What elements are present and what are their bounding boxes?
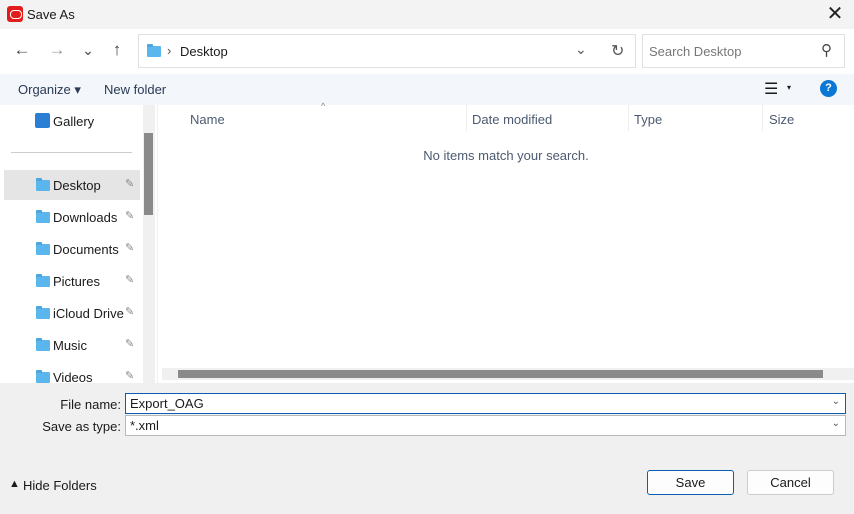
divider[interactable] xyxy=(466,105,467,131)
address-bar[interactable]: › Desktop ⌄ ↻ xyxy=(138,34,636,68)
hide-folders-button[interactable]: Hide Folders xyxy=(23,478,97,493)
horizontal-scrollbar-thumb[interactable] xyxy=(178,370,823,378)
chevron-up-icon: ▲ xyxy=(9,478,20,490)
file-name-label: File name: xyxy=(60,397,121,412)
help-button[interactable]: ? xyxy=(820,80,837,97)
sidebar-item-music[interactable]: Music ✎ xyxy=(4,330,140,360)
sidebar-item-gallery[interactable]: Gallery xyxy=(53,114,94,129)
sidebar-item-downloads[interactable]: Downloads ✎ xyxy=(4,202,140,232)
pin-icon: ✎ xyxy=(125,370,135,382)
refresh-icon[interactable]: ↻ xyxy=(611,41,624,61)
cancel-button[interactable]: Cancel xyxy=(747,470,834,495)
column-header-name[interactable]: Name xyxy=(190,112,225,127)
sidebar-item-label: Downloads xyxy=(53,210,118,225)
folder-icon xyxy=(36,210,50,223)
breadcrumb-desktop[interactable]: Desktop xyxy=(180,44,228,59)
view-dropdown-icon[interactable]: ▾ xyxy=(787,83,791,92)
pin-icon: ✎ xyxy=(125,242,135,254)
save-as-type-select[interactable]: *.xml ⌄ xyxy=(125,415,846,436)
search-placeholder: Search Desktop xyxy=(649,44,742,59)
sidebar-item-label: Desktop xyxy=(53,178,101,193)
title-bar xyxy=(0,0,854,29)
search-icon[interactable]: ⚲ xyxy=(821,41,832,59)
folder-icon xyxy=(147,44,161,57)
save-as-type-value: *.xml xyxy=(130,418,159,433)
save-as-type-label: Save as type: xyxy=(42,419,121,434)
gallery-icon xyxy=(35,113,50,128)
address-dropdown-icon[interactable]: ⌄ xyxy=(575,41,587,58)
app-logo-icon xyxy=(7,6,23,22)
save-button[interactable]: Save xyxy=(647,470,734,495)
close-button[interactable]: ✕ xyxy=(823,3,847,25)
folder-icon xyxy=(36,306,50,319)
sidebar-item-label: Pictures xyxy=(53,274,100,289)
up-button[interactable]: ↑ xyxy=(106,39,128,61)
folder-icon xyxy=(36,338,50,351)
folder-icon xyxy=(36,370,50,383)
sidebar-item-documents[interactable]: Documents ✎ xyxy=(4,234,140,264)
back-button[interactable]: ← xyxy=(11,39,33,61)
chevron-down-icon: ⌄ xyxy=(831,418,840,429)
forward-button[interactable]: → xyxy=(46,39,68,61)
sidebar-item-label: iCloud Drive xyxy=(53,306,124,321)
sidebar-item-label: Music xyxy=(53,338,87,353)
chevron-down-icon[interactable]: ⌄ xyxy=(832,396,840,407)
sidebar-item-videos[interactable]: Videos ✎ xyxy=(4,362,140,383)
pin-icon: ✎ xyxy=(125,274,135,286)
search-input[interactable]: Search Desktop ⚲ xyxy=(642,34,845,68)
breadcrumb-separator: › xyxy=(167,43,172,58)
file-name-input[interactable]: Export_OAG ⌄ xyxy=(125,393,846,414)
column-header-type[interactable]: Type xyxy=(634,112,662,127)
folder-icon xyxy=(36,178,50,191)
pin-icon: ✎ xyxy=(125,306,135,318)
folder-icon xyxy=(36,274,50,287)
file-name-value: Export_OAG xyxy=(130,396,204,411)
sidebar-item-desktop[interactable]: Desktop ✎ xyxy=(4,170,140,200)
organize-button[interactable]: Organize ▾ xyxy=(18,82,81,98)
sidebar-scrollbar-thumb[interactable] xyxy=(144,133,153,215)
pin-icon: ✎ xyxy=(125,338,135,350)
sidebar-item-label: Documents xyxy=(53,242,119,257)
new-folder-button[interactable]: New folder xyxy=(104,82,166,97)
column-header-date-modified[interactable]: Date modified xyxy=(472,112,552,127)
empty-message: No items match your search. xyxy=(423,148,589,163)
pin-icon: ✎ xyxy=(125,178,135,190)
file-list xyxy=(158,105,854,383)
folder-icon xyxy=(36,242,50,255)
navigation-pane: Gallery Desktop ✎ Downloads ✎ Documents ✎ P… xyxy=(0,105,157,383)
sidebar-item-pictures[interactable]: Pictures ✎ xyxy=(4,266,140,296)
divider[interactable] xyxy=(762,105,763,131)
sidebar-item-icloud-drive[interactable]: iCloud Drive ✎ xyxy=(4,298,140,328)
recent-locations-button[interactable]: ⌄ xyxy=(77,39,99,61)
divider[interactable] xyxy=(628,105,629,131)
pin-icon: ✎ xyxy=(125,210,135,222)
view-list-icon[interactable]: ☰ xyxy=(764,79,778,99)
column-header-size[interactable]: Size xyxy=(769,112,794,127)
sort-ascending-icon: ^ xyxy=(321,101,326,111)
divider xyxy=(11,152,132,153)
sidebar-item-label: Videos xyxy=(53,370,93,383)
window-title: Save As xyxy=(27,7,75,22)
